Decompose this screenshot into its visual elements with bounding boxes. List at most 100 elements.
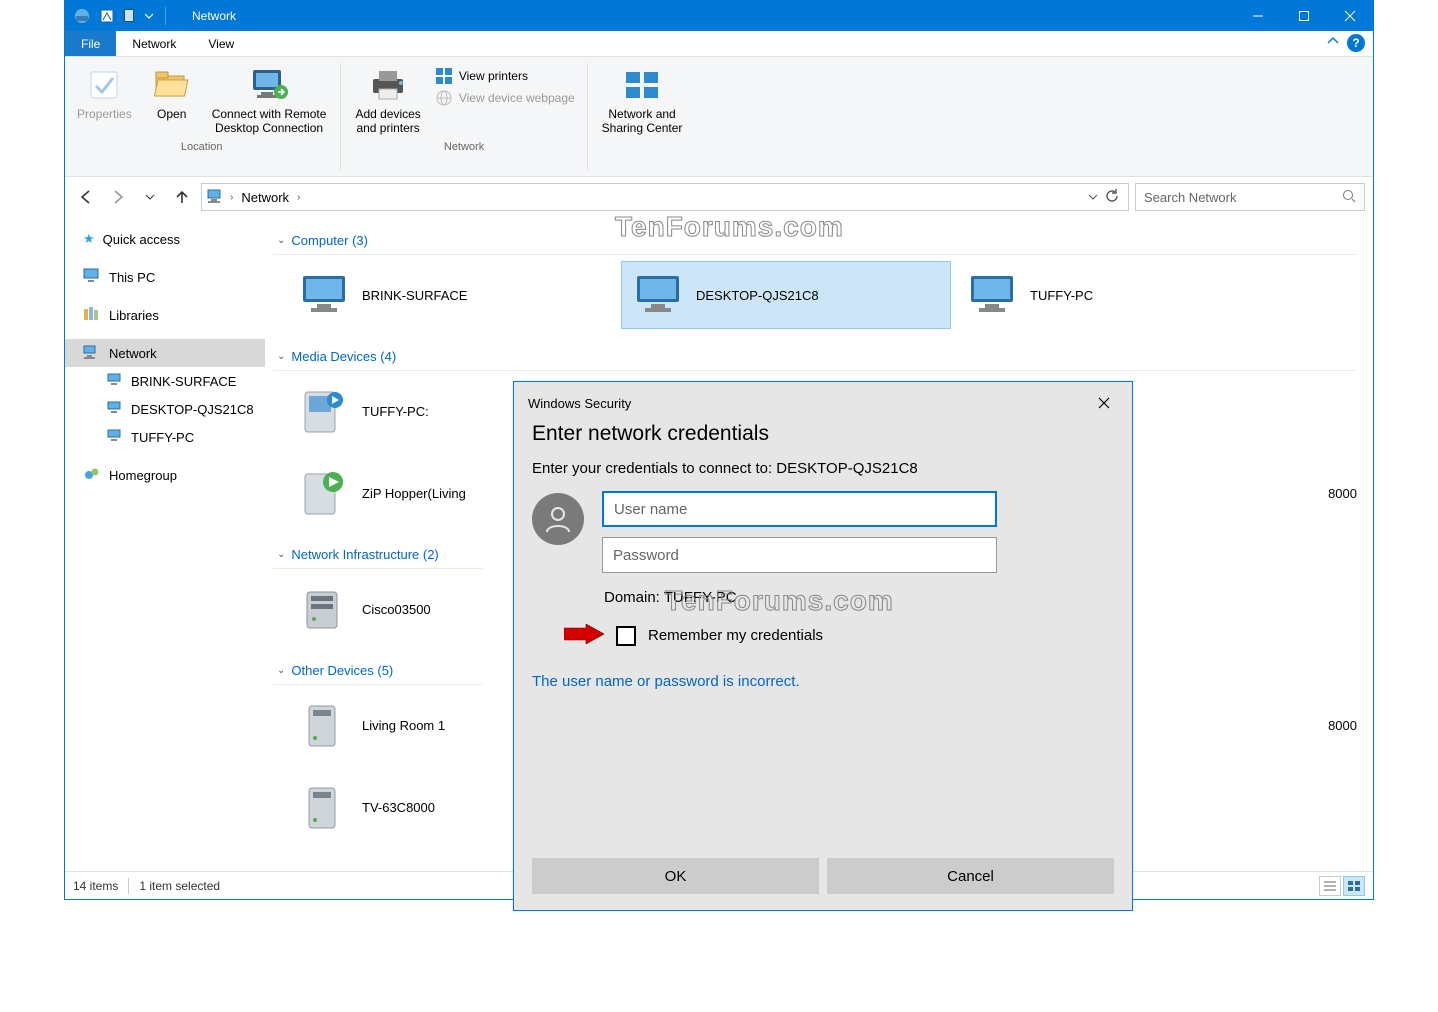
remember-credentials-label: Remember my credentials [648, 627, 823, 644]
forward-button[interactable] [105, 184, 131, 210]
windows-security-dialog: Windows Security Enter network credentia… [513, 381, 1133, 911]
group-header-other[interactable]: ⌄ Other Devices (5) [273, 657, 483, 685]
other-item-tv[interactable]: TV-63C8000 [287, 773, 507, 841]
help-button[interactable]: ? [1347, 34, 1365, 52]
refresh-button[interactable] [1104, 188, 1120, 207]
item-label: ZiP Hopper(Living [362, 486, 466, 501]
ribbon: Properties Open Connect with Remote Desk… [65, 57, 1373, 177]
dialog-close-button[interactable] [1090, 391, 1118, 415]
chevron-right-icon[interactable]: › [230, 192, 233, 203]
chevron-down-icon: ⌄ [277, 549, 285, 560]
connect-rdp-label: Connect with Remote Desktop Connection [212, 107, 327, 135]
dialog-subtitle: Enter your credentials to connect to: DE… [514, 456, 1132, 491]
sidebar-network[interactable]: Network [65, 339, 265, 367]
folder-open-icon [152, 65, 192, 105]
view-tab[interactable]: View [192, 31, 250, 56]
computer-item-brink-surface[interactable]: BRINK-SURFACE [287, 261, 617, 329]
network-icon [206, 187, 226, 208]
up-button[interactable] [169, 184, 195, 210]
remote-desktop-icon [249, 65, 289, 105]
printers-icon [435, 67, 453, 85]
group-header-media[interactable]: ⌄ Media Devices (4) [273, 343, 1357, 371]
qat-properties-icon[interactable] [99, 8, 115, 24]
sidebar-item-label: BRINK-SURFACE [131, 374, 236, 389]
libraries-icon [83, 306, 101, 325]
monitor-icon [632, 269, 684, 321]
username-input[interactable]: User name [602, 491, 997, 527]
status-selection: 1 item selected [139, 879, 220, 893]
window-title: Network [178, 9, 1235, 23]
search-placeholder: Search Network [1144, 190, 1236, 205]
pc-icon [107, 373, 123, 390]
network-tab[interactable]: Network [116, 31, 192, 56]
ok-button[interactable]: OK [532, 858, 819, 894]
sidebar-quick-access[interactable]: ★ Quick access [65, 225, 265, 253]
group-header-computer[interactable]: ⌄ Computer (3) [273, 227, 1357, 255]
network-sharing-label: Network and Sharing Center [602, 107, 683, 135]
sidebar-item-brink-surface[interactable]: BRINK-SURFACE [65, 367, 265, 395]
file-tab[interactable]: File [65, 31, 116, 56]
cancel-button[interactable]: Cancel [827, 858, 1114, 894]
connect-remote-desktop-button[interactable]: Connect with Remote Desktop Connection [204, 61, 335, 139]
annotation-arrow-icon [564, 624, 604, 647]
properties-button[interactable]: Properties [69, 61, 140, 139]
title-bar: Network [65, 1, 1373, 31]
view-printers-label: View printers [459, 69, 528, 83]
sidebar-libraries[interactable]: Libraries [65, 301, 265, 329]
chevron-down-icon: ⌄ [277, 235, 285, 246]
password-input[interactable]: Password [602, 537, 997, 573]
quick-access-toolbar [65, 7, 178, 25]
computer-item-tuffy-pc[interactable]: TUFFY-PC [955, 261, 1285, 329]
sidebar-item-label: Libraries [109, 308, 159, 323]
collapse-ribbon-button[interactable] [1319, 31, 1347, 56]
monitor-icon [966, 269, 1018, 321]
sidebar-item-label: Quick access [103, 232, 180, 247]
network-icon [83, 344, 101, 363]
item-label: BRINK-SURFACE [362, 288, 467, 303]
group-label: Network Infrastructure (2) [291, 547, 438, 562]
media-item-zip-hopper[interactable]: ZiP Hopper(Living [287, 459, 507, 527]
navigation-bar: › Network › Search Network [65, 177, 1373, 217]
computer-item-desktop-qjs21c8[interactable]: DESKTOP-QJS21C8 [621, 261, 951, 329]
device-icon [298, 781, 350, 833]
back-button[interactable] [73, 184, 99, 210]
item-label: TUFFY-PC: [362, 404, 429, 419]
app-icon [73, 7, 91, 25]
chevron-down-icon: ⌄ [277, 665, 285, 676]
network-group-label: Network [347, 139, 580, 157]
item-label-truncated: 8000 [1328, 718, 1365, 733]
item-label: Cisco03500 [362, 602, 431, 617]
media-item-tuffy-pc[interactable]: TUFFY-PC: [287, 377, 507, 445]
sidebar-homegroup[interactable]: Homegroup [65, 461, 265, 489]
minimize-button[interactable] [1235, 1, 1281, 31]
view-device-webpage-label: View device webpage [459, 91, 575, 105]
view-printers-button[interactable]: View printers [429, 65, 581, 87]
close-button[interactable] [1327, 1, 1373, 31]
search-box[interactable]: Search Network [1135, 183, 1365, 211]
view-device-webpage-button[interactable]: View device webpage [429, 87, 581, 109]
breadcrumb-network[interactable]: Network [237, 190, 293, 205]
qat-dropdown-icon[interactable] [123, 8, 137, 24]
open-button[interactable]: Open [140, 61, 204, 139]
other-item-living-room[interactable]: Living Room 1 [287, 691, 507, 759]
item-label: TUFFY-PC [1030, 288, 1093, 303]
chevron-right-icon[interactable]: › [297, 192, 300, 203]
qat-overflow-icon[interactable] [145, 12, 153, 20]
sidebar-item-label: Network [109, 346, 157, 361]
maximize-button[interactable] [1281, 1, 1327, 31]
details-view-button[interactable] [1319, 876, 1341, 896]
infra-item-cisco[interactable]: Cisco03500 [287, 575, 507, 643]
tiles-view-button[interactable] [1343, 876, 1365, 896]
remember-credentials-checkbox[interactable] [616, 626, 636, 646]
network-sharing-center-button[interactable]: Network and Sharing Center [594, 61, 691, 139]
sidebar-this-pc[interactable]: This PC [65, 263, 265, 291]
sidebar-item-desktop-qjs21c8[interactable]: DESKTOP-QJS21C8 [65, 395, 265, 423]
sidebar-item-label: DESKTOP-QJS21C8 [131, 402, 254, 417]
pc-icon [107, 429, 123, 446]
add-devices-button[interactable]: Add devices and printers [347, 61, 428, 139]
address-bar[interactable]: › Network › [201, 183, 1129, 211]
address-dropdown-icon[interactable] [1088, 190, 1098, 205]
recent-locations-button[interactable] [137, 184, 163, 210]
sidebar-item-tuffy-pc[interactable]: TUFFY-PC [65, 423, 265, 451]
group-header-infrastructure[interactable]: ⌄ Network Infrastructure (2) [273, 541, 483, 569]
